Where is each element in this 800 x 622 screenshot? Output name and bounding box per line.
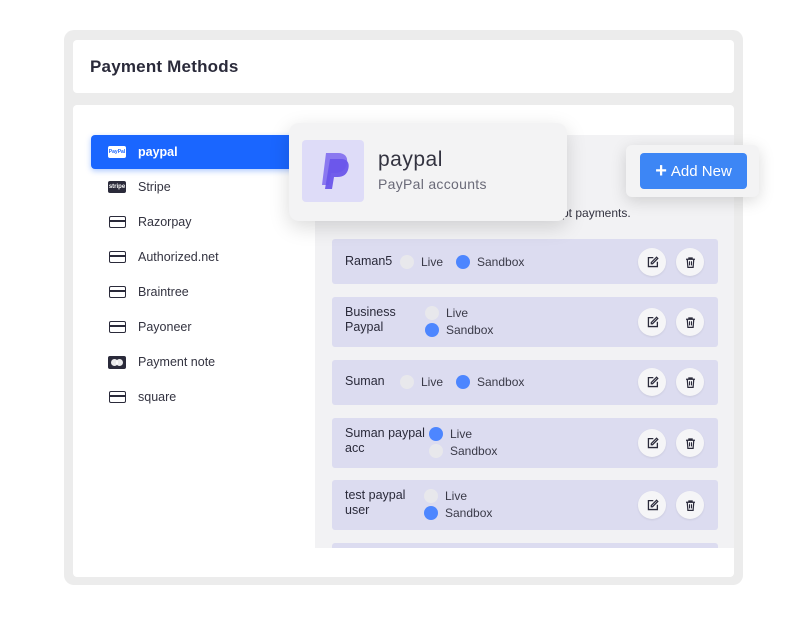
trash-icon (685, 499, 695, 511)
radio-dot (429, 427, 443, 441)
sidebar-item-label: Authorized.net (138, 250, 219, 264)
table-row: test paypal user Live Sandbox (332, 480, 718, 530)
account-name: Business Paypal (345, 305, 396, 334)
live-label: Live (450, 427, 473, 441)
edit-button[interactable] (638, 308, 666, 336)
edit-icon (647, 498, 659, 510)
add-new-label: Add New (670, 162, 732, 180)
table-row: Raman5 Live Sandbox (332, 239, 718, 284)
delete-button[interactable] (676, 308, 704, 336)
mastercard-icon (108, 355, 126, 369)
panel-description: pt payments. (562, 206, 631, 220)
account-name: Suman (345, 374, 385, 388)
sidebar-item-label: paypal (138, 145, 178, 159)
delete-button[interactable] (676, 248, 704, 276)
sandbox-label: Sandbox (446, 323, 494, 337)
sandbox-label: Sandbox (477, 255, 525, 269)
radio-dot (456, 255, 470, 269)
sidebar-item-label: square (138, 390, 177, 404)
stripe-logo-icon: stripe (108, 181, 126, 194)
radio-dot (400, 375, 414, 389)
sidebar-item-braintree[interactable]: Braintree (91, 275, 306, 309)
sidebar-item-label: Payoneer (138, 320, 192, 334)
trash-icon (685, 256, 695, 268)
edit-icon (647, 255, 659, 267)
paypal-p-icon (302, 140, 364, 202)
sidebar-item-label: Razorpay (138, 215, 192, 229)
credit-card-icon (108, 251, 126, 264)
radio-dot (424, 506, 438, 520)
sidebar-item-authorized-net[interactable]: Authorized.net (91, 240, 306, 274)
sidebar-item-label: Braintree (138, 285, 189, 299)
add-new-button[interactable]: + Add New (640, 153, 747, 189)
sidebar-item-payoneer[interactable]: Payoneer (91, 310, 306, 344)
credit-card-icon (108, 391, 126, 404)
account-name: Suman paypal acc (345, 426, 425, 455)
live-label: Live (421, 255, 444, 269)
sandbox-radio[interactable]: Sandbox (456, 375, 524, 389)
delete-button[interactable] (676, 368, 704, 396)
gateway-title: paypal (378, 148, 443, 171)
live-label: Live (446, 306, 469, 320)
plus-icon: + (655, 160, 667, 182)
sidebar-item-label: Stripe (138, 180, 171, 194)
live-radio[interactable]: Live (400, 255, 443, 269)
edit-button[interactable] (638, 491, 666, 519)
gateway-subtitle: PayPal accounts (378, 176, 487, 192)
sandbox-label: Sandbox (445, 506, 493, 520)
delete-button[interactable] (676, 491, 704, 519)
delete-button[interactable] (676, 429, 704, 457)
sandbox-label: Sandbox (450, 444, 498, 458)
radio-dot (424, 489, 438, 503)
live-radio[interactable]: Live (400, 375, 443, 389)
radio-dot (429, 444, 443, 458)
live-radio[interactable]: Live (429, 427, 472, 441)
add-new-card: + Add New (626, 145, 759, 197)
sidebar-item-stripe[interactable]: stripe Stripe (91, 170, 306, 204)
sidebar-item-paypal[interactable]: PayPal paypal (91, 135, 306, 169)
sandbox-radio[interactable]: Sandbox (456, 255, 524, 269)
live-radio[interactable]: Live (424, 489, 467, 503)
paypal-logo-icon: PayPal (108, 146, 126, 159)
trash-icon (685, 316, 695, 328)
edit-button[interactable] (638, 248, 666, 276)
edit-icon (647, 436, 659, 448)
sidebar-item-payment-note[interactable]: Payment note (91, 345, 306, 379)
credit-card-icon (108, 321, 126, 334)
trash-icon (685, 437, 695, 449)
radio-dot (425, 323, 439, 337)
credit-card-icon (108, 216, 126, 229)
sidebar-item-razorpay[interactable]: Razorpay (91, 205, 306, 239)
sidebar-item-square[interactable]: square (91, 380, 306, 414)
radio-dot (400, 255, 414, 269)
live-label: Live (445, 489, 468, 503)
table-row (332, 543, 718, 548)
credit-card-icon (108, 286, 126, 299)
sandbox-radio[interactable]: Sandbox (429, 444, 497, 458)
sidebar-item-label: Payment note (138, 355, 216, 369)
live-radio[interactable]: Live (425, 306, 468, 320)
edit-icon (647, 375, 659, 387)
page-title: Payment Methods (90, 57, 239, 76)
account-name: test paypal user (345, 488, 406, 517)
account-name: Raman5 (345, 254, 393, 268)
trash-icon (685, 376, 695, 388)
edit-icon (647, 315, 659, 327)
radio-dot (425, 306, 439, 320)
table-row: Business Paypal Live Sandbox (332, 297, 718, 347)
table-row: Suman paypal acc Live Sandbox (332, 418, 718, 468)
sandbox-label: Sandbox (477, 375, 525, 389)
edit-button[interactable] (638, 429, 666, 457)
sandbox-radio[interactable]: Sandbox (424, 506, 492, 520)
live-label: Live (421, 375, 444, 389)
radio-dot (456, 375, 470, 389)
edit-button[interactable] (638, 368, 666, 396)
table-row: Suman Live Sandbox (332, 360, 718, 405)
sandbox-radio[interactable]: Sandbox (425, 323, 493, 337)
gateway-card: paypal PayPal accounts (289, 123, 567, 221)
